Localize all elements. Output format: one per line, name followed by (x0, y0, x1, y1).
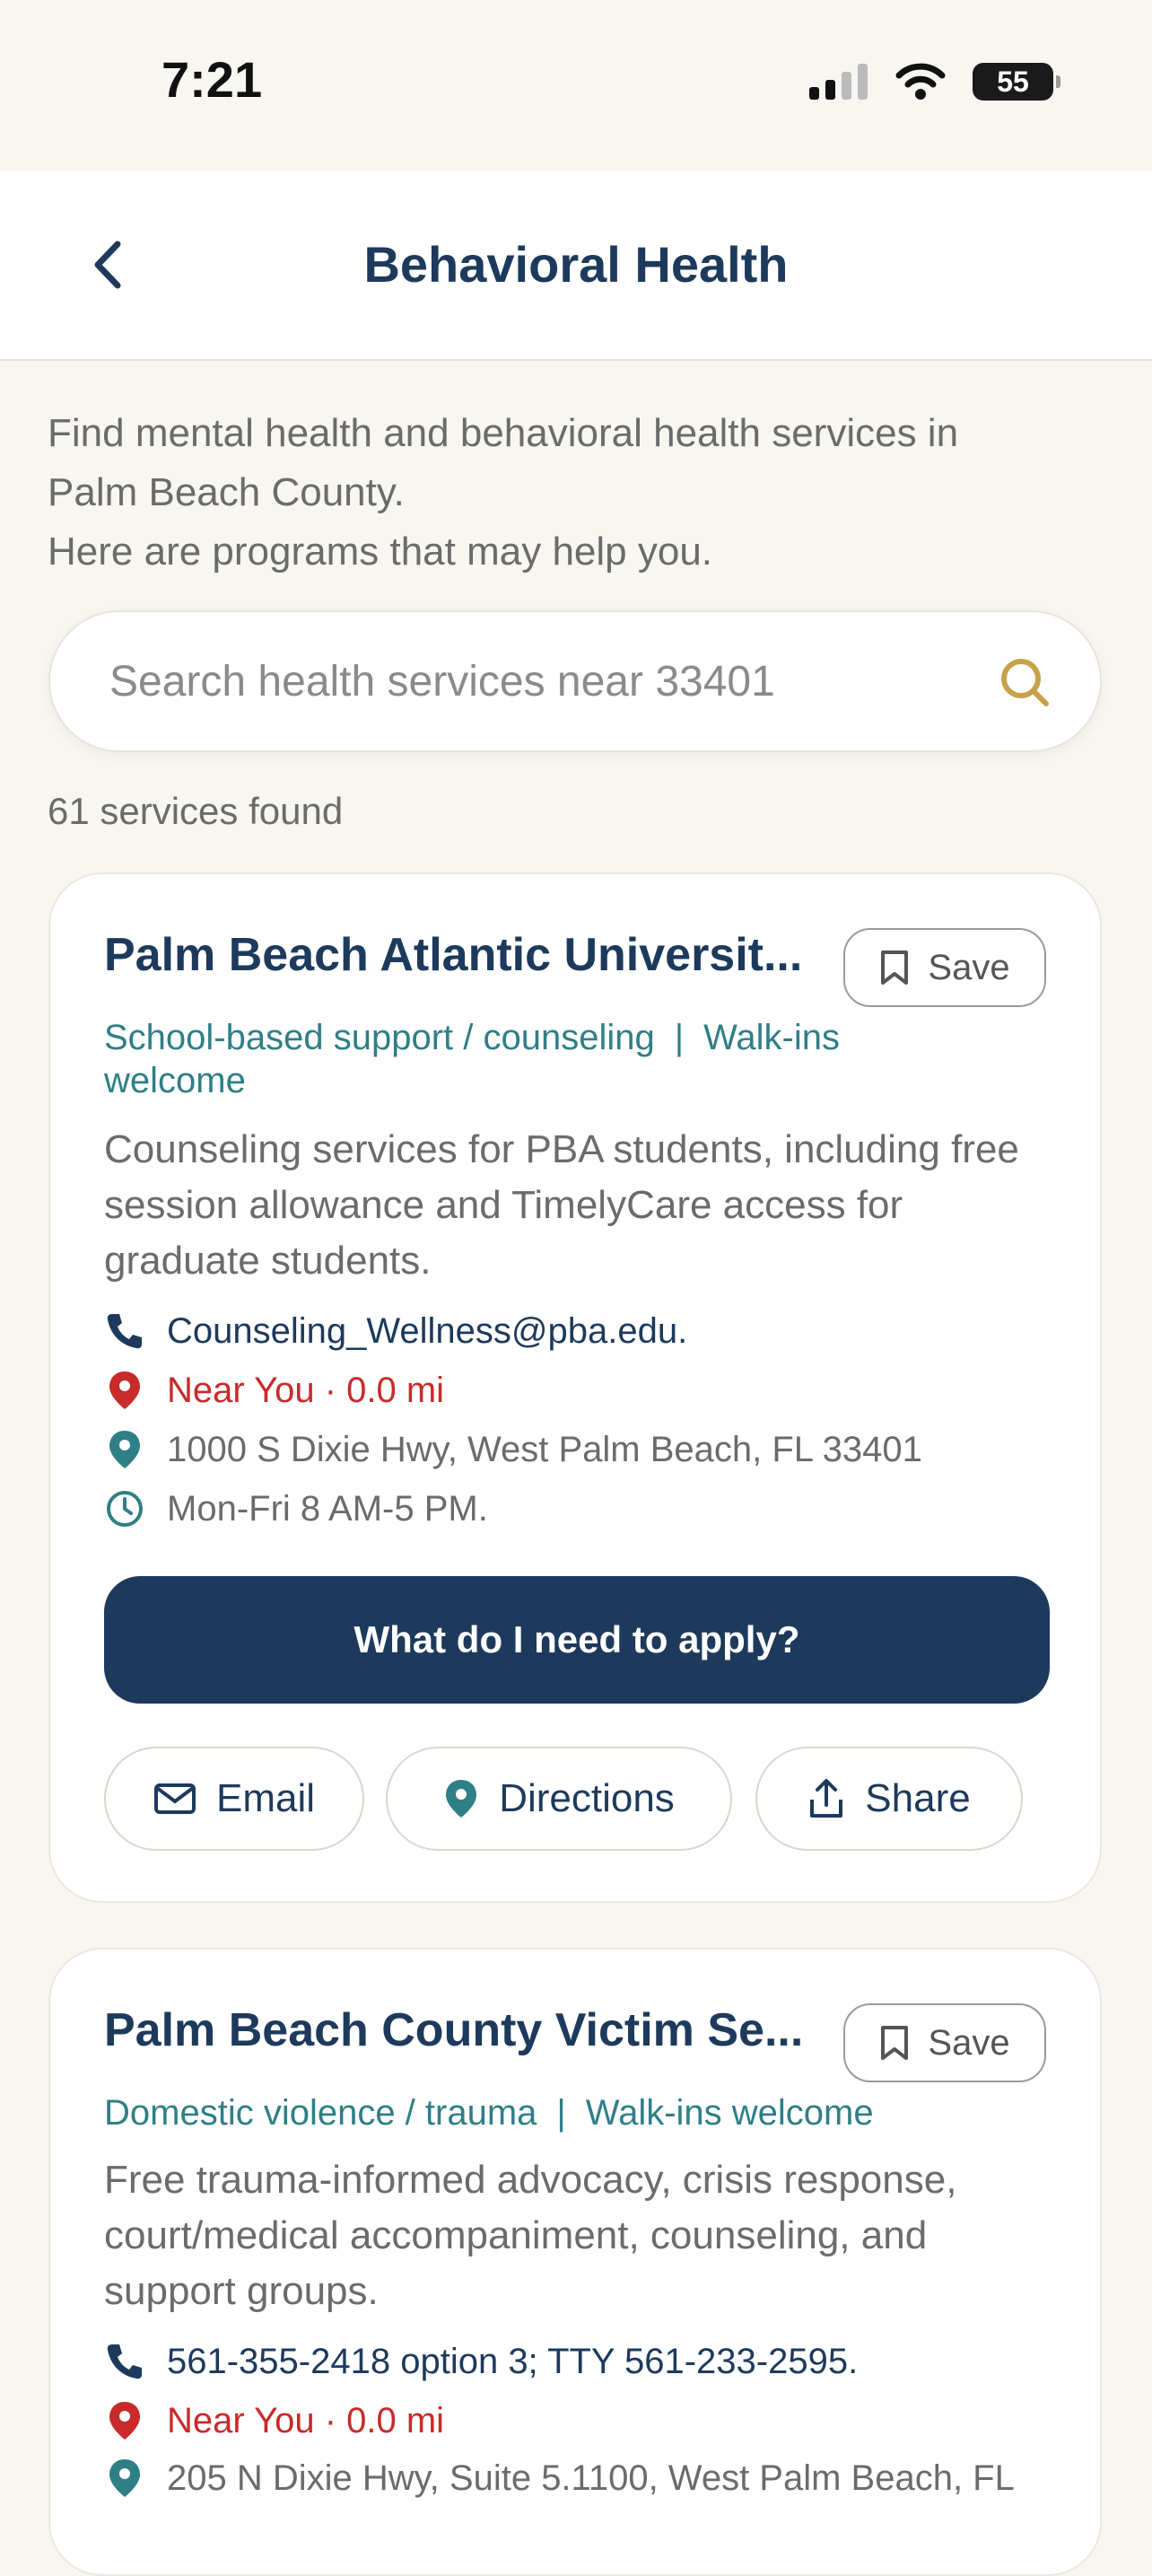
wifi-icon (895, 63, 946, 100)
walk-in-tag: Walk-ins (703, 1018, 840, 1057)
save-button[interactable]: Save (843, 928, 1046, 1007)
map-pin-icon (446, 1780, 477, 1818)
apply-requirements-button[interactable]: What do I need to apply? (104, 1576, 1050, 1704)
service-description: Free trauma-informed advocacy, crisis re… (104, 2152, 1055, 2319)
signal-icon (809, 64, 868, 100)
walk-in-tag: Walk-ins welcome (585, 2093, 874, 2133)
tag-separator: | (674, 1018, 685, 1057)
address-text[interactable]: 205 N Dixie Hwy, Suite 5.1100, West Palm… (167, 2458, 1015, 2499)
contact-row[interactable]: Counseling_Wellness@pba.edu. (104, 1310, 687, 1352)
tag-separator: | (556, 2093, 566, 2133)
share-icon (810, 1779, 843, 1818)
description-line-1: Counseling services for PBA students, in… (104, 1127, 1019, 1171)
description-line-2: session allowance and TimelyCare access … (104, 1183, 903, 1227)
service-title[interactable]: Palm Beach Atlantic Universit... (104, 928, 831, 982)
navigation-bar: Behavioral Health (0, 171, 1152, 361)
address-row[interactable]: 205 N Dixie Hwy, Suite 5.1100, West Palm… (104, 2458, 1015, 2499)
contact-email[interactable]: Counseling_Wellness@pba.edu. (167, 1311, 687, 1352)
status-icons: 55 (809, 63, 1060, 101)
map-pin-icon (104, 1429, 145, 1470)
battery-icon: 55 (973, 63, 1060, 101)
contact-phone[interactable]: 561-355-2418 option 3; TTY 561-233-2595. (167, 2342, 858, 2382)
category-tag: Domestic violence / trauma (104, 2093, 537, 2133)
address-text[interactable]: 1000 S Dixie Hwy, West Palm Beach, FL 33… (167, 1430, 922, 1470)
walk-in-tag-continued: welcome (104, 1061, 246, 1100)
search-placeholder: Search health services near 33401 (109, 658, 775, 705)
bookmark-icon (881, 2026, 909, 2060)
directions-button[interactable]: Directions (386, 1747, 732, 1851)
bookmark-icon (881, 951, 909, 985)
hours-row: Mon-Fri 8 AM-5 PM. (104, 1488, 488, 1529)
results-count: 61 services found (48, 790, 344, 832)
intro-text: Find mental health and behavioral health… (48, 404, 1106, 582)
save-label: Save (928, 2022, 1010, 2063)
category-tag: School-based support / counseling (104, 1018, 655, 1057)
share-button[interactable]: Share (755, 1747, 1023, 1851)
save-label: Save (928, 947, 1010, 987)
email-label: Email (215, 1776, 316, 1820)
description-line-3: graduate students. (104, 1239, 432, 1283)
intro-line-2: Palm Beach County. (48, 470, 405, 514)
distance-text: Near You · 0.0 mi (167, 1370, 445, 1410)
mail-icon (153, 1783, 196, 1814)
description-line-1: Free trauma-informed advocacy, crisis re… (104, 2158, 957, 2202)
contact-row[interactable]: 561-355-2418 option 3; TTY 561-233-2595. (104, 2341, 858, 2382)
distance-text: Near You · 0.0 mi (167, 2400, 445, 2440)
map-pin-icon (104, 2458, 145, 2499)
hours-text: Mon-Fri 8 AM-5 PM. (167, 1488, 488, 1529)
location-pin-icon (104, 1370, 145, 1411)
search-input[interactable]: Search health services near 33401 (48, 610, 1102, 752)
phone-icon (104, 1310, 145, 1352)
distance-row: Near You · 0.0 mi (104, 1370, 444, 1411)
battery-level: 55 (997, 65, 1029, 98)
save-button[interactable]: Save (843, 2003, 1046, 2082)
service-title[interactable]: Palm Beach County Victim Se... (104, 2003, 831, 2057)
location-pin-icon (104, 2400, 145, 2441)
distance-row: Near You · 0.0 mi (104, 2400, 444, 2441)
service-tags: Domestic violence / trauma | Walk-ins welc… (104, 2091, 1037, 2134)
email-button[interactable]: Email (104, 1747, 364, 1851)
description-line-3: support groups. (104, 2269, 379, 2313)
service-card: Palm Beach County Victim Se... Save Dome… (48, 1948, 1102, 2576)
page-title: Behavioral Health (363, 236, 789, 293)
phone-icon (104, 2341, 145, 2382)
address-row[interactable]: 1000 S Dixie Hwy, West Palm Beach, FL 33… (104, 1429, 922, 1470)
service-description: Counseling services for PBA students, in… (104, 1122, 1055, 1289)
status-bar: 7:21 55 (0, 0, 1152, 171)
search-icon[interactable] (998, 655, 1052, 709)
service-card: Palm Beach Atlantic Universit... Save Sc… (48, 872, 1102, 1903)
description-line-2: court/medical accompaniment, counseling,… (104, 2213, 928, 2257)
status-time: 7:21 (161, 51, 263, 108)
service-tags: School-based support / counseling | Walk-i… (104, 1016, 1037, 1102)
share-label: Share (865, 1776, 971, 1820)
intro-line-3: Here are programs that may help you. (48, 530, 713, 574)
directions-label: Directions (499, 1776, 675, 1820)
clock-icon (104, 1488, 145, 1529)
intro-line-1: Find mental health and behavioral health… (48, 411, 959, 455)
